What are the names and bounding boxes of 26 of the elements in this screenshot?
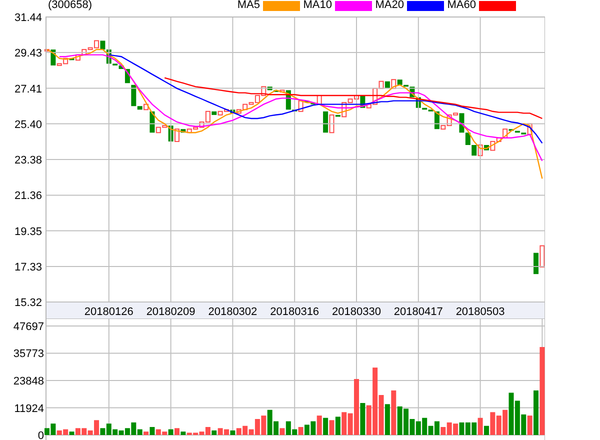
axis-tick-label: 20180126 — [84, 306, 134, 318]
axis-tick-label: 21.36 — [14, 190, 42, 202]
axis-tick-label: 0 — [38, 430, 44, 440]
axis-tick-label: 17.33 — [14, 261, 42, 274]
axis-tick-label: 47697 — [13, 321, 44, 333]
axis-tick-label: 20180503 — [456, 306, 505, 318]
axis-tick-label: 25.40 — [14, 118, 42, 131]
axis-tick-label: 11924 — [14, 402, 44, 415]
stock-code-title: (300658) — [48, 0, 94, 11]
axis-tick-label: 29.43 — [14, 48, 42, 60]
axis-tick-label: 35773 — [13, 348, 44, 360]
axis-tick-label: 20180302 — [208, 306, 258, 318]
axis-tick-label: 20180417 — [394, 306, 443, 318]
legend-label: MA10 — [302, 0, 333, 11]
axis-tick-label: 27.41 — [14, 83, 42, 96]
legend-label: MA60 — [446, 0, 477, 11]
axis-tick-label: 20180316 — [270, 306, 320, 318]
axis-tick-label: 23.38 — [14, 154, 42, 166]
legend-label: MA5 — [236, 0, 261, 11]
axis-tick-label: 15.32 — [14, 297, 42, 309]
axis-tick-label: 20180209 — [146, 306, 196, 318]
axis-tick-label: 23848 — [13, 376, 44, 388]
axis-tick-label: 31.44 — [14, 12, 42, 24]
axis-tick-label: 20180330 — [332, 306, 381, 318]
legend-label: MA20 — [374, 0, 405, 11]
axis-tick-label: 19.35 — [14, 226, 42, 238]
